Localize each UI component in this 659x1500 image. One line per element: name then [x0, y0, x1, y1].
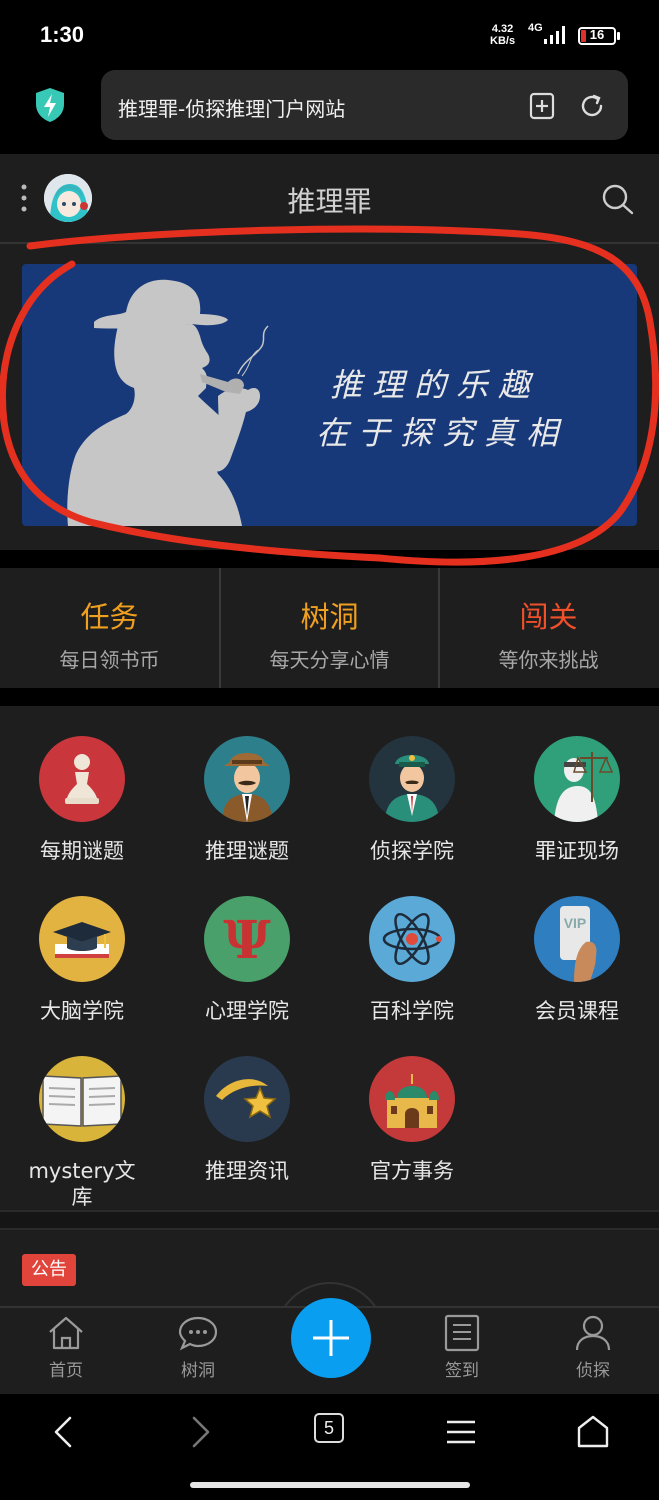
- forward-icon[interactable]: [180, 1412, 220, 1452]
- grid-item-mystery-library[interactable]: mystery文库: [0, 1056, 164, 1210]
- grid-item-label: 官方事务: [370, 1159, 454, 1183]
- tile-task[interactable]: 任务 每日领书币: [0, 568, 219, 688]
- app-header: 推理罪: [0, 154, 659, 244]
- grid-item-label: 百科学院: [370, 999, 454, 1023]
- tile-title: 闯关: [519, 600, 578, 634]
- grid-item-reasoning-news[interactable]: 推理资讯: [165, 1056, 329, 1184]
- notice-tag[interactable]: 公告: [22, 1254, 76, 1286]
- reload-icon[interactable]: [578, 92, 606, 120]
- add-post-button[interactable]: [291, 1298, 371, 1378]
- banner-line-1: 推理的乐趣: [330, 366, 541, 404]
- grid-item-label: 侦探学院: [370, 839, 454, 863]
- banner-carousel[interactable]: 推理的乐趣 在于探究真相: [22, 264, 637, 526]
- tab-label: 首页: [49, 1361, 83, 1381]
- tab-home[interactable]: 首页: [0, 1314, 132, 1381]
- address-bar[interactable]: 推理罪-侦探推理门户网站: [101, 70, 628, 140]
- grid-item-psychology-academy[interactable]: Ψ 心理学院: [165, 896, 329, 1024]
- browser-toolbar: 推理罪-侦探推理门户网站: [0, 68, 659, 154]
- plus-icon: [313, 1320, 349, 1356]
- grid-item-label: 大脑学院: [40, 999, 124, 1023]
- home-indicator[interactable]: [190, 1482, 470, 1488]
- tile-challenge[interactable]: 闯关 等你来挑战: [438, 568, 657, 688]
- home-browser-icon[interactable]: [573, 1412, 613, 1452]
- vip-card-icon: VIP: [534, 896, 620, 982]
- battery-level: 16: [589, 27, 605, 42]
- tab-detective[interactable]: 侦探: [527, 1314, 659, 1381]
- grid-item-brain-academy[interactable]: 大脑学院: [0, 896, 164, 1024]
- grid-item-label: 会员课程: [535, 999, 619, 1023]
- status-time: 1:30: [40, 22, 85, 47]
- grid-item-reasoning-puzzle[interactable]: 推理谜题: [165, 736, 329, 864]
- grid-item-label: 推理谜题: [205, 839, 289, 863]
- tile-subtitle: 等你来挑战: [498, 648, 599, 672]
- psi-icon: Ψ: [204, 896, 290, 982]
- back-icon[interactable]: [44, 1412, 84, 1452]
- grid-item-label: 罪证现场: [535, 839, 619, 863]
- divider: [0, 1210, 659, 1230]
- shooting-star-icon: [204, 1056, 290, 1142]
- tabs-count-button[interactable]: 5: [314, 1413, 344, 1443]
- grid-item-encyclopedia-academy[interactable]: 百科学院: [330, 896, 494, 1024]
- tab-treehole[interactable]: 树洞: [132, 1314, 264, 1381]
- shield-icon[interactable]: [33, 86, 67, 124]
- grid-item-vip-courses[interactable]: VIP 会员课程: [495, 896, 659, 1024]
- tile-treehole[interactable]: 树洞 每天分享心情: [219, 568, 438, 688]
- banner-line-2: 在于探究真相: [316, 414, 569, 452]
- net-speed: 4.32 KB/s: [490, 23, 516, 47]
- grid-item-official-affairs[interactable]: 官方事务: [330, 1056, 494, 1184]
- battery-icon: 16: [578, 27, 616, 45]
- search-icon[interactable]: [600, 182, 636, 218]
- quick-tiles: 任务 每日领书币 树洞 每天分享心情 闯关 等你来挑战: [0, 568, 659, 688]
- graduation-cap-icon: [39, 896, 125, 982]
- svg-text:Ψ: Ψ: [223, 910, 271, 971]
- tile-subtitle: 每天分享心情: [269, 648, 390, 672]
- grid-item-label: 推理资讯: [205, 1159, 289, 1183]
- signal-icon: [544, 26, 565, 44]
- page-title[interactable]: 推理罪-侦探推理门户网站: [118, 93, 345, 122]
- tile-subtitle: 每日领书币: [59, 648, 160, 672]
- grid-item-detective-academy[interactable]: 侦探学院: [330, 736, 494, 864]
- tile-title: 树洞: [300, 600, 359, 634]
- checklist-icon: [444, 1314, 480, 1352]
- network-type: 4G: [528, 22, 543, 34]
- menu-icon[interactable]: [441, 1412, 481, 1452]
- grid-item-label: 每期谜题: [40, 839, 124, 863]
- grid-item-label: 心理学院: [205, 999, 289, 1023]
- palace-icon: [369, 1056, 455, 1142]
- open-book-icon: [39, 1056, 125, 1142]
- grid-item-label: mystery文库: [28, 1159, 136, 1209]
- add-bookmark-icon[interactable]: [529, 92, 555, 120]
- justice-scales-icon: [534, 736, 620, 822]
- status-bar: 1:30 4.32 KB/s 4G 16: [0, 0, 659, 68]
- user-icon: [575, 1315, 611, 1351]
- browser-nav-bar: 5: [0, 1394, 659, 1500]
- tab-label: 侦探: [576, 1361, 610, 1381]
- tab-label: 签到: [445, 1361, 479, 1381]
- tab-label: 树洞: [181, 1361, 215, 1381]
- tab-checkin[interactable]: 签到: [396, 1314, 528, 1381]
- banner-section: 推理的乐趣 在于探究真相: [0, 244, 659, 550]
- app-title: 推理罪: [287, 185, 372, 218]
- grid-item-crime-scene[interactable]: 罪证现场: [495, 736, 659, 864]
- chat-bubble-icon: [178, 1316, 218, 1351]
- officer-icon: [369, 736, 455, 822]
- chess-pawn-icon: [39, 736, 125, 822]
- detective-icon: [204, 736, 290, 822]
- tile-title: 任务: [80, 600, 139, 634]
- home-icon: [49, 1316, 83, 1350]
- grid-item-weekly-puzzle[interactable]: 每期谜题: [0, 736, 164, 864]
- svg-text:VIP: VIP: [564, 915, 587, 931]
- atom-icon: [369, 896, 455, 982]
- category-grid: 每期谜题 推理谜题 侦探学院 罪证现场 大脑学院 Ψ 心理学院 百科学院 VIP…: [0, 706, 659, 1210]
